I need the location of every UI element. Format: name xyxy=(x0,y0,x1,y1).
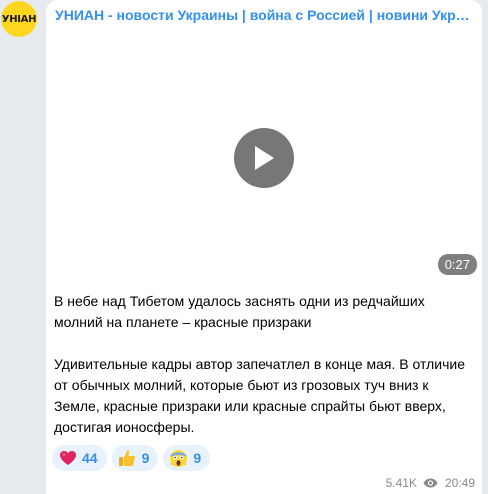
reaction-count: 44 xyxy=(82,450,98,466)
eye-icon xyxy=(423,478,438,488)
reaction-thumbs-up[interactable]: 9 xyxy=(111,445,159,471)
reaction-count: 9 xyxy=(141,450,150,466)
channel-avatar[interactable]: УНІАН xyxy=(1,1,37,37)
play-icon xyxy=(255,146,274,170)
video-player[interactable]: 0:27 xyxy=(46,30,482,280)
heart-icon xyxy=(58,449,77,468)
reactions-bar: 44 9 9 xyxy=(52,445,211,471)
message-time: 20:49 xyxy=(444,476,475,490)
message-paragraph: В небе над Тибетом удалось заснять одни … xyxy=(54,293,425,330)
channel-name[interactable]: УНИАН - новости Украины | война с Россие… xyxy=(55,7,475,23)
screaming-face-icon xyxy=(169,449,188,468)
message-bubble: УНИАН - новости Украины | война с Россие… xyxy=(46,0,482,494)
reaction-screaming-face[interactable]: 9 xyxy=(163,445,211,471)
view-count: 5.41K xyxy=(385,476,417,490)
video-duration: 0:27 xyxy=(437,254,477,275)
reaction-count: 9 xyxy=(193,450,202,466)
thumbs-up-icon xyxy=(118,449,137,468)
message-text: В небе над Тибетом удалось заснять одни … xyxy=(54,291,474,438)
message-meta: 5.41K 20:49 xyxy=(386,476,475,490)
play-button[interactable] xyxy=(234,128,294,188)
reaction-heart[interactable]: 44 xyxy=(52,445,107,471)
message-paragraph: Удивительные кадры автор запечатлел в ко… xyxy=(54,356,465,435)
avatar-logo-text: УНІАН xyxy=(1,13,37,25)
